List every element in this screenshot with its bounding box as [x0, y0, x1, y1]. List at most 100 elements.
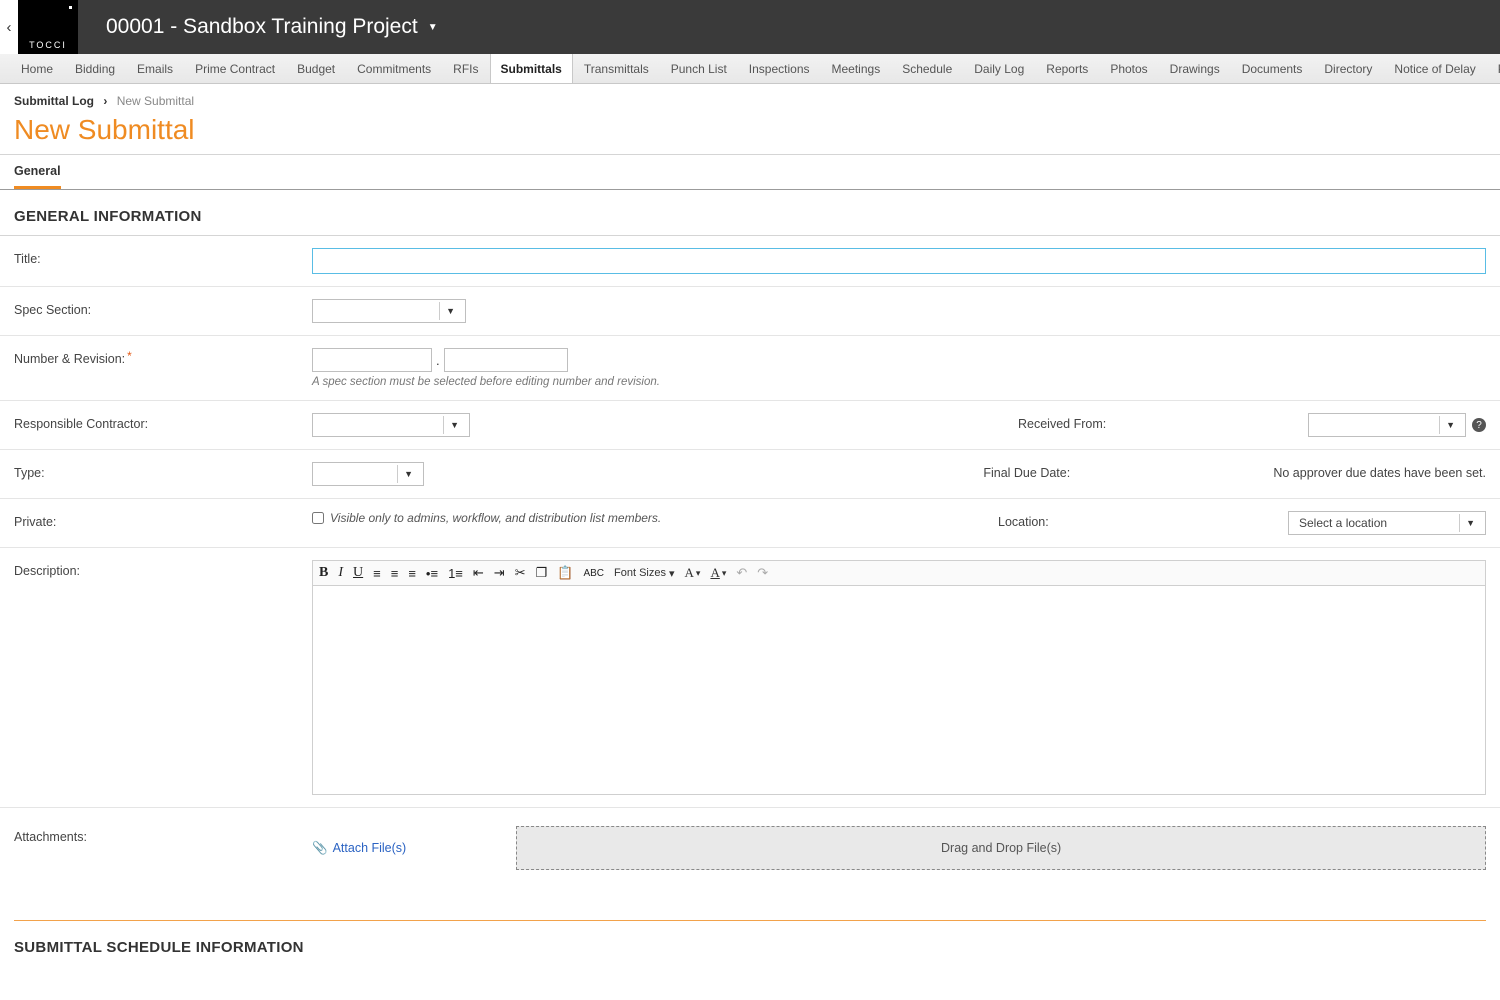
label-number-revision: Number & Revision:* — [14, 348, 312, 388]
spellcheck-button[interactable]: ABC — [583, 568, 604, 579]
label-responsible-contractor: Responsible Contractor: — [14, 413, 312, 437]
nav-item-transmittals[interactable]: Transmittals — [573, 54, 660, 83]
chevron-down-icon: ▾ — [669, 567, 675, 580]
chevron-down-icon: ▼ — [428, 22, 438, 33]
page-title: New Submittal — [0, 112, 1500, 155]
spec-section-select[interactable]: ▼ — [312, 299, 466, 323]
label-type: Type: — [14, 462, 312, 486]
nav-item-daily-log[interactable]: Daily Log — [963, 54, 1035, 83]
nav-item-reports[interactable]: Reports — [1035, 54, 1099, 83]
app-header: ‹ TOCCI 00001 - Sandbox Training Project… — [0, 0, 1500, 54]
type-select[interactable]: ▼ — [312, 462, 424, 486]
row-description: Description: B I U ≡ ≡ ≡ •≡ 1≡ ⇤ ⇥ ✂ ❐ 📋… — [0, 547, 1500, 807]
tab-general[interactable]: General — [14, 164, 61, 189]
project-title: 00001 - Sandbox Training Project — [106, 15, 418, 39]
title-input[interactable] — [312, 248, 1486, 274]
outdent-button[interactable]: ⇤ — [473, 565, 484, 581]
location-select[interactable]: Select a location▼ — [1288, 511, 1486, 535]
label-title: Title: — [14, 248, 312, 274]
nav-item-prime-contract[interactable]: Prime Contract — [184, 54, 286, 83]
label-spec-section: Spec Section: — [14, 299, 312, 323]
logo: TOCCI — [18, 0, 78, 54]
nav-item-photos[interactable]: Photos — [1099, 54, 1158, 83]
nav-item-schedule[interactable]: Schedule — [891, 54, 963, 83]
help-icon[interactable]: ? — [1472, 418, 1486, 432]
nav-item-notice-of-delay[interactable]: Notice of Delay — [1383, 54, 1486, 83]
separator-dot: . — [436, 353, 440, 368]
attach-files-link[interactable]: 📎 Attach File(s) — [312, 841, 406, 856]
undo-button[interactable]: ↶ — [736, 565, 747, 581]
page-tabs: General — [0, 155, 1500, 190]
nav-item-home[interactable]: Home — [10, 54, 64, 83]
rte-toolbar: B I U ≡ ≡ ≡ •≡ 1≡ ⇤ ⇥ ✂ ❐ 📋 ABC Font Siz… — [312, 560, 1486, 585]
section-heading-schedule: SUBMITTAL SCHEDULE INFORMATION — [0, 921, 1500, 966]
chevron-down-icon: ▼ — [1459, 514, 1481, 532]
label-description: Description: — [14, 560, 312, 795]
label-location: Location: — [998, 511, 1288, 529]
label-attachments: Attachments: — [14, 826, 312, 870]
nav-item-punch-log[interactable]: Punch Log — [1487, 54, 1500, 83]
nav-item-inspections[interactable]: Inspections — [738, 54, 821, 83]
row-type: Type: ▼ Final Due Date: No approver due … — [0, 449, 1500, 498]
text-color-button[interactable]: A▾ — [685, 565, 701, 581]
number-revision-hint: A spec section must be selected before e… — [312, 376, 660, 388]
final-due-date-note: No approver due dates have been set. — [1273, 462, 1486, 480]
nav-item-commitments[interactable]: Commitments — [346, 54, 442, 83]
row-title: Title: — [0, 235, 1500, 286]
chevron-down-icon: ▾ — [696, 568, 701, 579]
revision-input[interactable] — [444, 348, 568, 372]
description-editor[interactable] — [312, 585, 1486, 795]
project-selector[interactable]: 00001 - Sandbox Training Project ▼ — [106, 15, 438, 39]
nav-item-drawings[interactable]: Drawings — [1159, 54, 1231, 83]
copy-button[interactable]: ❐ — [536, 565, 548, 581]
paperclip-icon: 📎 — [312, 841, 328, 856]
breadcrumb-root[interactable]: Submittal Log — [14, 94, 94, 108]
responsible-contractor-select[interactable]: ▼ — [312, 413, 470, 437]
breadcrumb-current: New Submittal — [117, 94, 194, 108]
bold-button[interactable]: B — [319, 565, 328, 581]
drag-drop-zone[interactable]: Drag and Drop File(s) — [516, 826, 1486, 870]
chevron-down-icon: ▾ — [722, 568, 727, 579]
bg-color-button[interactable]: A▾ — [710, 565, 726, 581]
received-from-select[interactable]: ▼ — [1308, 413, 1466, 437]
section-heading-general: GENERAL INFORMATION — [0, 190, 1500, 235]
nav-item-budget[interactable]: Budget — [286, 54, 346, 83]
private-checkbox[interactable] — [312, 512, 324, 524]
nav-item-directory[interactable]: Directory — [1313, 54, 1383, 83]
row-number-revision: Number & Revision:* . A spec section mus… — [0, 335, 1500, 400]
chevron-down-icon: ▼ — [443, 416, 465, 434]
chevron-down-icon: ▼ — [1439, 416, 1461, 434]
underline-button[interactable]: U — [353, 565, 363, 581]
nav-item-punch-list[interactable]: Punch List — [660, 54, 738, 83]
nav-item-emails[interactable]: Emails — [126, 54, 184, 83]
nav-item-submittals[interactable]: Submittals — [490, 54, 573, 84]
back-button[interactable]: ‹ — [0, 0, 18, 54]
nav-item-documents[interactable]: Documents — [1231, 54, 1314, 83]
private-hint: Visible only to admins, workflow, and di… — [330, 511, 661, 525]
nav-item-meetings[interactable]: Meetings — [821, 54, 892, 83]
nav-item-rfis[interactable]: RFIs — [442, 54, 489, 83]
paste-button[interactable]: 📋 — [557, 565, 573, 581]
number-list-button[interactable]: 1≡ — [448, 566, 463, 581]
row-private: Private: Visible only to admins, workflo… — [0, 498, 1500, 547]
nav-item-bidding[interactable]: Bidding — [64, 54, 126, 83]
indent-button[interactable]: ⇥ — [494, 565, 505, 581]
label-received-from: Received From: — [1018, 413, 1308, 431]
row-spec-section: Spec Section: ▼ — [0, 286, 1500, 335]
italic-button[interactable]: I — [338, 565, 343, 581]
number-input[interactable] — [312, 348, 432, 372]
font-size-select[interactable]: Font Sizes ▾ — [614, 567, 675, 580]
align-center-button[interactable]: ≡ — [391, 566, 399, 581]
label-private: Private: — [14, 511, 312, 535]
align-right-button[interactable]: ≡ — [408, 566, 416, 581]
breadcrumb: Submittal Log › New Submittal — [0, 84, 1500, 112]
row-responsible-contractor: Responsible Contractor: ▼ Received From:… — [0, 400, 1500, 449]
align-left-button[interactable]: ≡ — [373, 566, 381, 581]
cut-button[interactable]: ✂ — [515, 565, 526, 581]
redo-button[interactable]: ↷ — [757, 565, 768, 581]
chevron-down-icon: ▼ — [397, 465, 419, 483]
bullet-list-button[interactable]: •≡ — [426, 566, 438, 581]
chevron-right-icon: › — [103, 94, 107, 108]
chevron-down-icon: ▼ — [439, 302, 461, 320]
main-nav: HomeBiddingEmailsPrime ContractBudgetCom… — [0, 54, 1500, 84]
